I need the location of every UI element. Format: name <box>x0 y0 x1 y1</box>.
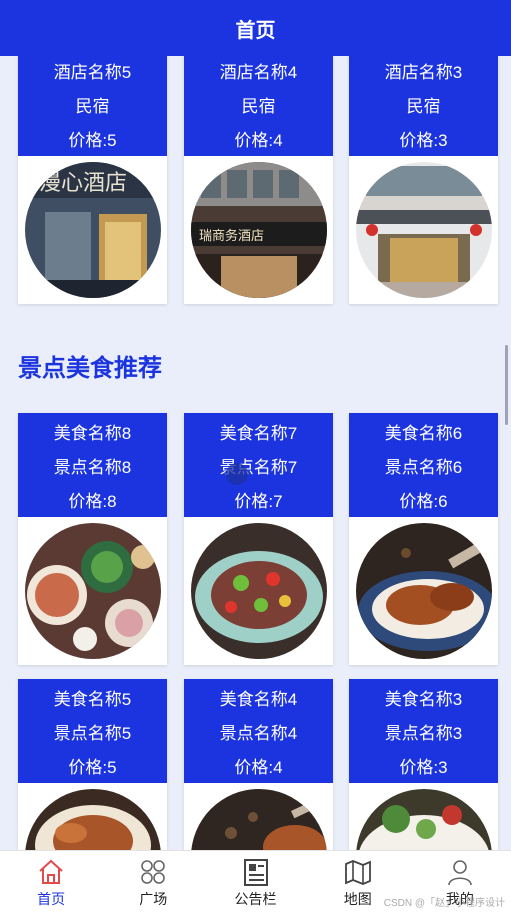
food-name: 美食名称6 <box>384 424 463 443</box>
hotel-name: 酒店名称4 <box>219 63 298 82</box>
hotel-photo: 漫心酒店 <box>24 162 161 298</box>
food-card[interactable]: 美食名称5 景点名称5 价格:5 <box>18 679 167 850</box>
hotel-card[interactable]: 酒店名称4 民宿 价格:4 瑞商务酒店 <box>184 56 333 304</box>
spot-name: 景点名称5 <box>53 724 132 743</box>
hotel-name: 酒店名称5 <box>53 63 132 82</box>
scrollbar[interactable] <box>505 345 508 425</box>
scroll-content[interactable]: 酒店名称5 民宿 价格:5 漫心酒店 酒店名称4 民宿 价格:4 瑞商务酒店 酒… <box>0 56 511 850</box>
hotel-sign-text: 漫心酒店 <box>39 171 127 196</box>
section-title: 景点美食推荐 <box>18 355 162 382</box>
hotel-price: 价格:5 <box>68 131 117 150</box>
tab-notice[interactable]: 公告栏 <box>204 851 306 915</box>
notice-icon <box>243 859 268 886</box>
spot-name: 景点名称3 <box>384 724 463 743</box>
hotel-type: 民宿 <box>241 97 276 116</box>
food-price: 价格:6 <box>399 492 448 511</box>
food-name: 美食名称3 <box>384 690 463 709</box>
tab-label: 公告栏 <box>234 891 277 907</box>
tab-label: 地图 <box>343 891 372 907</box>
hotel-sign-text: 瑞商务酒店 <box>199 228 264 244</box>
food-card[interactable]: 美食名称4 景点名称4 价格:4 <box>184 679 333 850</box>
food-price: 价格:7 <box>234 492 283 511</box>
food-card[interactable]: 美食名称8 景点名称8 价格:8 <box>18 413 167 665</box>
food-card[interactable]: 美食名称7 景点名称7 价格:7 <box>184 413 333 665</box>
hotel-type: 民宿 <box>406 97 441 116</box>
touch-indicator <box>226 463 248 485</box>
hotel-photo <box>355 162 492 298</box>
hotel-card[interactable]: 酒店名称5 民宿 价格:5 漫心酒店 <box>18 56 167 304</box>
food-photo <box>24 789 161 850</box>
grid-icon <box>141 860 166 884</box>
page-title: 首页 <box>235 19 276 42</box>
food-name: 美食名称8 <box>53 424 132 443</box>
food-photo <box>190 523 327 659</box>
tab-label: 广场 <box>139 891 168 907</box>
hotel-price: 价格:3 <box>399 131 448 150</box>
spot-name: 景点名称4 <box>219 724 298 743</box>
tab-square[interactable]: 广场 <box>102 851 204 915</box>
user-icon <box>448 860 472 886</box>
food-photo <box>24 523 161 659</box>
hotel-price: 价格:4 <box>234 131 283 150</box>
tab-home[interactable]: 首页 <box>0 851 102 915</box>
spot-name: 景点名称6 <box>384 458 463 477</box>
food-price: 价格:5 <box>68 758 117 777</box>
watermark: CSDN @「赵」小程序设计 <box>383 898 505 909</box>
food-name: 美食名称7 <box>219 424 298 443</box>
food-price: 价格:3 <box>399 758 448 777</box>
map-icon <box>344 860 371 885</box>
hotel-type: 民宿 <box>75 97 110 116</box>
food-price: 价格:8 <box>68 492 117 511</box>
food-name: 美食名称5 <box>53 690 132 709</box>
tab-label: 首页 <box>37 891 66 907</box>
spot-name: 景点名称8 <box>53 458 132 477</box>
food-name: 美食名称4 <box>219 690 298 709</box>
hotel-card[interactable]: 酒店名称3 民宿 价格:3 <box>349 56 498 304</box>
food-photo <box>355 523 492 659</box>
food-card[interactable]: 美食名称3 景点名称3 价格:3 <box>349 679 498 850</box>
food-photo <box>190 789 327 850</box>
hotel-name: 酒店名称3 <box>384 63 463 82</box>
food-card[interactable]: 美食名称6 景点名称6 价格:6 <box>349 413 498 665</box>
home-icon <box>39 859 63 884</box>
hotel-photo: 瑞商务酒店 <box>190 162 327 298</box>
food-photo <box>355 789 492 850</box>
food-price: 价格:4 <box>234 758 283 777</box>
page-header: 首页 <box>0 0 511 56</box>
